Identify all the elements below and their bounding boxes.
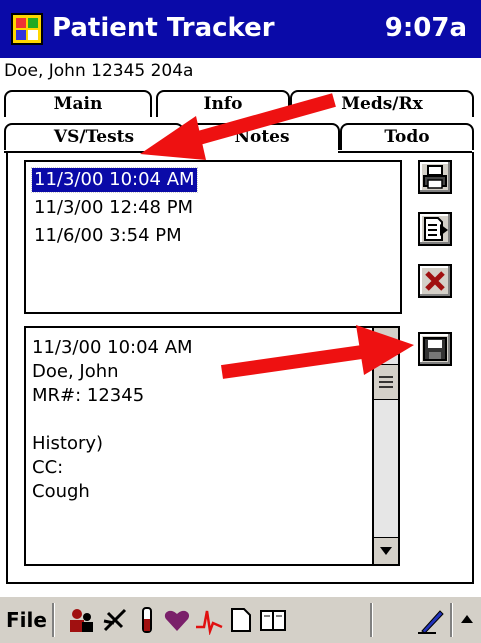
caduceus-icon[interactable] <box>100 605 130 635</box>
save-disk-icon <box>423 337 447 361</box>
scroll-down-button[interactable] <box>374 537 398 564</box>
ecg-icon[interactable] <box>194 605 224 635</box>
list-item[interactable]: 11/3/00 10:04 AM <box>31 167 198 193</box>
scroll-up-button[interactable] <box>374 328 398 355</box>
chevron-down-icon <box>380 547 392 555</box>
book-icon[interactable] <box>258 605 288 635</box>
clock[interactable]: 9:07a <box>385 10 467 46</box>
tab-info[interactable]: Info <box>156 90 290 117</box>
tab-todo[interactable]: Todo <box>340 123 474 150</box>
tab-vs-tests[interactable]: VS/Tests <box>4 123 184 150</box>
toolbar-separator <box>52 603 55 637</box>
list-item[interactable]: 11/3/00 12:48 PM <box>34 196 193 220</box>
tab-notes[interactable]: Notes <box>184 123 340 150</box>
note-detail-text[interactable]: 11/3/00 10:04 AM Doe, John MR#: 12345 Hi… <box>32 336 193 504</box>
notes-list[interactable]: 11/3/00 10:04 AM 11/3/00 12:48 PM 11/6/0… <box>24 160 402 314</box>
bottom-toolbar: File <box>0 595 481 643</box>
toolbar-separator <box>370 603 373 637</box>
delete-x-icon <box>425 271 445 291</box>
patients-icon[interactable] <box>66 605 96 635</box>
note-detail-textarea[interactable]: 11/3/00 10:04 AM Doe, John MR#: 12345 Hi… <box>24 326 400 566</box>
title-bar: Patient Tracker 9:07a <box>0 0 481 58</box>
document-icon[interactable] <box>226 605 256 635</box>
export-button[interactable] <box>418 212 452 246</box>
pen-icon[interactable] <box>416 605 446 635</box>
app-title: Patient Tracker <box>52 13 275 43</box>
tab-meds-rx[interactable]: Meds/Rx <box>290 90 474 117</box>
test-tube-icon[interactable] <box>132 605 162 635</box>
save-button[interactable] <box>418 332 452 366</box>
export-document-icon <box>424 217 448 241</box>
heart-icon[interactable] <box>162 605 192 635</box>
scroll-thumb[interactable] <box>374 364 398 400</box>
patient-header: Doe, John 12345 204a <box>4 61 194 81</box>
app-icon <box>11 13 43 45</box>
grip-icon <box>379 376 393 388</box>
file-menu[interactable]: File <box>6 607 47 633</box>
tab-main[interactable]: Main <box>4 90 152 117</box>
toolbar-separator <box>450 603 453 637</box>
up-arrow-icon[interactable] <box>456 605 478 635</box>
scrollbar[interactable] <box>372 328 398 564</box>
printer-icon <box>423 165 447 189</box>
list-item[interactable]: 11/6/00 3:54 PM <box>34 224 182 248</box>
print-button[interactable] <box>418 160 452 194</box>
delete-button[interactable] <box>418 264 452 298</box>
